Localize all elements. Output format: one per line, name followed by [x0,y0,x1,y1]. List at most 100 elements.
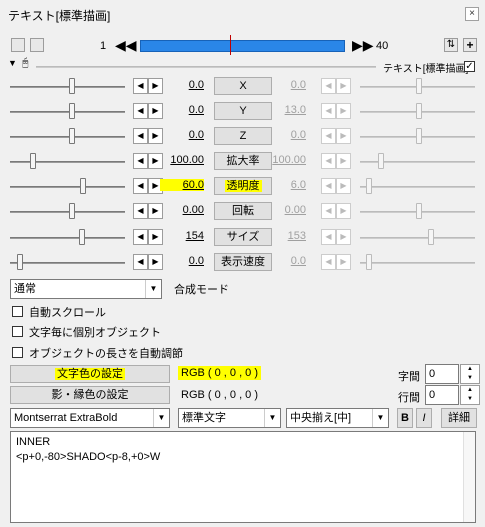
font-style-select[interactable]: 標準文字 ▼ [178,408,281,428]
track-thumb-right-3[interactable] [378,153,384,169]
text-input[interactable]: INNER <p+0,-80>SHADO<p-8,+0>W [10,431,476,523]
object-enable-checkbox[interactable]: ✓ [464,61,475,72]
arrow-left-icon[interactable]: ◀ [133,78,148,94]
track-thumb-right-6[interactable] [428,229,434,245]
track-slider-left-5[interactable] [10,211,125,213]
track-slider-left-6[interactable] [10,237,125,239]
track-arrows-left-5[interactable]: ◀ ▶ [133,203,163,219]
text-scrollbar[interactable] [463,432,475,522]
track-value-right-7[interactable]: 0.0 [262,255,306,267]
track-arrows-left-0[interactable]: ◀ ▶ [133,78,163,94]
arrow-left-icon[interactable]: ◀ [133,103,148,119]
track-thumb-left-0[interactable] [69,78,75,94]
arrow-right-icon[interactable]: ▶ [336,178,351,194]
arrow-left-icon[interactable]: ◀ [321,229,336,245]
track-arrows-left-6[interactable]: ◀ ▶ [133,229,163,245]
track-arrows-right-2[interactable]: ◀ ▶ [321,128,351,144]
track-arrows-left-2[interactable]: ◀ ▶ [133,128,163,144]
char-spacing-stepper[interactable]: ▲ ▼ [460,364,480,384]
arrow-left-icon[interactable]: ◀ [321,128,336,144]
arrow-left-icon[interactable]: ◀ [133,128,148,144]
char-spacing-input[interactable]: 0 [425,364,459,384]
bold-button[interactable]: B [397,408,413,428]
track-value-left-3[interactable]: 100.00 [160,154,204,166]
track-arrows-left-3[interactable]: ◀ ▶ [133,153,163,169]
track-value-left-6[interactable]: 154 [160,230,204,242]
track-slider-right-7[interactable] [360,262,475,264]
track-thumb-left-6[interactable] [79,229,85,245]
arrow-left-icon[interactable]: ◀ [321,254,336,270]
line-spacing-input[interactable]: 0 [425,385,459,405]
track-slider-left-3[interactable] [10,161,125,163]
rewind-button[interactable]: ◀◀ [115,38,137,52]
arrow-right-icon[interactable]: ▶ [336,78,351,94]
track-arrows-right-1[interactable]: ◀ ▶ [321,103,351,119]
track-value-left-2[interactable]: 0.0 [160,129,204,141]
track-value-right-4[interactable]: 6.0 [262,179,306,191]
font-family-select[interactable]: Montserrat ExtraBold ▼ [10,408,170,428]
track-slider-left-1[interactable] [10,111,125,113]
align-select[interactable]: 中央揃え[中] ▼ [286,408,389,428]
track-value-right-6[interactable]: 153 [262,230,306,242]
track-value-right-0[interactable]: 0.0 [262,79,306,91]
track-arrows-left-4[interactable]: ◀ ▶ [133,178,163,194]
track-value-right-2[interactable]: 0.0 [262,129,306,141]
track-thumb-right-2[interactable] [416,128,422,144]
track-slider-left-0[interactable] [10,86,125,88]
track-value-left-1[interactable]: 0.0 [160,104,204,116]
per-char-checkbox[interactable] [12,326,23,337]
collapse-icon[interactable]: ▼ [8,58,17,68]
track-thumb-right-7[interactable] [366,254,372,270]
arrow-left-icon[interactable]: ◀ [321,78,336,94]
arrow-left-icon[interactable]: ◀ [133,153,148,169]
arrow-right-icon[interactable]: ▶ [336,103,351,119]
track-slider-left-2[interactable] [10,136,125,138]
track-arrows-left-7[interactable]: ◀ ▶ [133,254,163,270]
track-thumb-left-4[interactable] [80,178,86,194]
arrow-left-icon[interactable]: ◀ [133,254,148,270]
track-arrows-right-6[interactable]: ◀ ▶ [321,229,351,245]
auto-scroll-checkbox[interactable] [12,306,23,317]
track-value-right-1[interactable]: 13.0 [262,104,306,116]
arrow-right-icon[interactable]: ▶ [336,229,351,245]
track-thumb-left-3[interactable] [30,153,36,169]
track-value-right-3[interactable]: 100.00 [262,154,306,166]
swap-icon[interactable]: ⇅ [444,38,458,52]
track-arrows-right-7[interactable]: ◀ ▶ [321,254,351,270]
track-thumb-right-5[interactable] [416,203,422,219]
blend-mode-select[interactable]: 通常 ▼ [10,279,162,299]
track-arrows-right-3[interactable]: ◀ ▶ [321,153,351,169]
add-icon[interactable]: + [463,38,477,52]
track-arrows-right-4[interactable]: ◀ ▶ [321,178,351,194]
track-arrows-right-5[interactable]: ◀ ▶ [321,203,351,219]
track-thumb-left-2[interactable] [69,128,75,144]
italic-button[interactable]: I [416,408,432,428]
track-value-right-5[interactable]: 0.00 [262,204,306,216]
track-value-left-5[interactable]: 0.00 [160,204,204,216]
arrow-right-icon[interactable]: ▶ [336,203,351,219]
arrow-left-icon[interactable]: ◀ [133,178,148,194]
track-thumb-right-4[interactable] [366,178,372,194]
arrow-left-icon[interactable]: ◀ [321,153,336,169]
camera-icon[interactable] [11,38,25,52]
track-slider-right-4[interactable] [360,186,475,188]
arrow-left-icon[interactable]: ◀ [321,103,336,119]
track-thumb-right-1[interactable] [416,103,422,119]
shadow-color-button[interactable]: 影・縁色の設定 [10,386,170,404]
track-arrows-right-0[interactable]: ◀ ▶ [321,78,351,94]
timeline-cursor[interactable] [230,35,231,55]
track-slider-left-4[interactable] [10,186,125,188]
frame-icon[interactable] [30,38,44,52]
text-color-button[interactable]: 文字色の設定 [10,365,170,383]
line-spacing-stepper[interactable]: ▲ ▼ [460,385,480,405]
track-slider-right-6[interactable] [360,237,475,239]
track-thumb-left-5[interactable] [69,203,75,219]
track-value-left-0[interactable]: 0.0 [160,79,204,91]
track-thumb-left-1[interactable] [69,103,75,119]
arrow-right-icon[interactable]: ▶ [336,254,351,270]
arrow-right-icon[interactable]: ▶ [336,128,351,144]
arrow-right-icon[interactable]: ▶ [336,153,351,169]
auto-length-checkbox[interactable] [12,347,23,358]
track-value-left-4[interactable]: 60.0 [160,179,204,191]
track-thumb-left-7[interactable] [17,254,23,270]
